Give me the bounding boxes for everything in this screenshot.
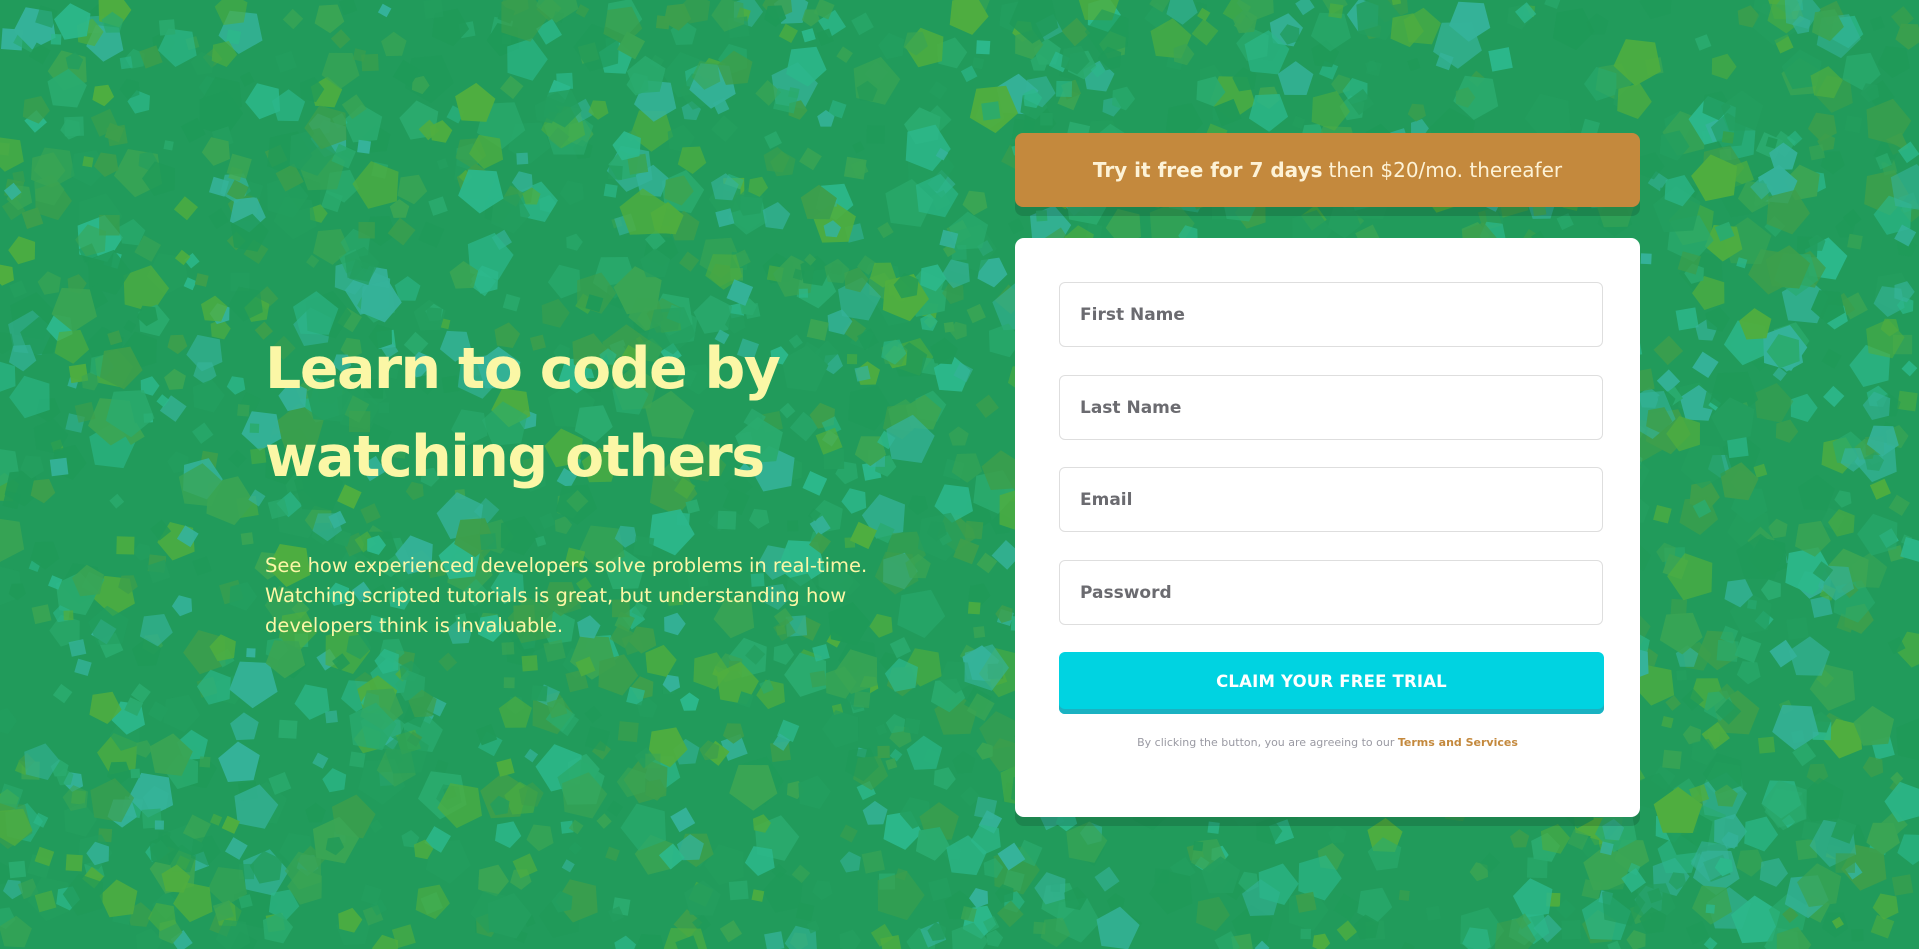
terms-link[interactable]: Terms and Services [1398,736,1518,749]
hero-title-line-1: Learn to code by [265,336,781,402]
terms-text: By clicking the button, you are agreeing… [1137,736,1395,749]
password-input[interactable] [1059,560,1603,625]
hero-section: Learn to code by watching others See how… [265,325,905,641]
email-input[interactable] [1059,467,1603,532]
promo-bold-text: Try it free for 7 days [1092,158,1323,182]
signup-form-card: CLAIM YOUR FREE TRIAL By clicking the bu… [1015,238,1640,817]
first-name-input[interactable] [1059,282,1603,347]
promo-price-text: then $20/mo. thereafer [1328,158,1563,182]
claim-free-trial-button[interactable]: CLAIM YOUR FREE TRIAL [1059,652,1604,714]
hero-title: Learn to code by watching others [265,325,905,501]
last-name-input[interactable] [1059,375,1603,440]
trial-promo-banner: Try it free for 7 days then $20/mo. ther… [1015,133,1640,207]
hero-description: See how experienced developers solve pro… [265,554,868,637]
terms-notice: By clicking the button, you are agreeing… [1015,736,1640,749]
hero-title-line-2: watching others [265,424,765,490]
